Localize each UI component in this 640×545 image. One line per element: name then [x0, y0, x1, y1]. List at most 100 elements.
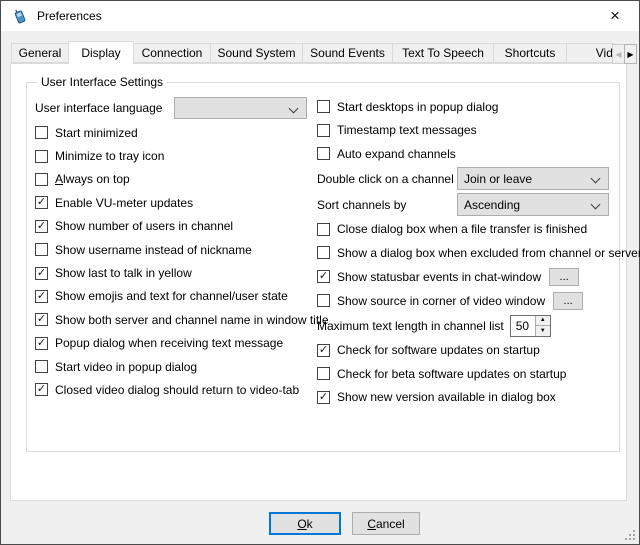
row-video-source-corner: Show source in corner of video window ..…: [317, 289, 609, 313]
checkbox-always-on-top[interactable]: [35, 173, 48, 186]
checkbox-label: Timestamp text messages: [337, 123, 477, 137]
max-text-length-spinner[interactable]: 50 ▲ ▼: [510, 315, 551, 337]
checkbox-new-version-dialog[interactable]: ✓: [317, 391, 330, 404]
row-start-minimized: Start minimized: [35, 121, 317, 144]
checkbox-label: Show a dialog box when excluded from cha…: [337, 246, 640, 260]
tab-bar: General Display Connection Sound System …: [11, 41, 615, 64]
tab-general[interactable]: General: [11, 43, 69, 63]
language-row: User interface language: [35, 95, 317, 121]
checkbox-vu-meter[interactable]: ✓: [35, 196, 48, 209]
row-check-beta-updates: Check for beta software updates on start…: [317, 362, 609, 386]
row-auto-expand: Auto expand channels: [317, 142, 609, 166]
preferences-dialog: { "window": { "title": "Preferences" }, …: [0, 0, 640, 545]
checkbox-label: Show source in corner of video window: [337, 294, 545, 308]
tab-scroll-right-icon[interactable]: ▶: [624, 44, 637, 64]
group-title: User Interface Settings: [37, 75, 167, 89]
left-column: User interface language Start minimized …: [35, 95, 317, 402]
checkbox-close-on-transfer[interactable]: [317, 223, 330, 236]
tab-text-to-speech[interactable]: Text To Speech: [392, 43, 494, 63]
checkbox-label: Start desktops in popup dialog: [337, 100, 498, 114]
checkbox-label: Close dialog box when a file transfer is…: [337, 222, 587, 236]
checkbox-label: Check for software updates on startup: [337, 343, 540, 357]
tab-label: Shortcuts: [505, 46, 556, 60]
tab-shortcuts[interactable]: Shortcuts: [493, 43, 567, 63]
spin-down-icon[interactable]: ▼: [536, 326, 550, 336]
tab-label: Sound System: [217, 46, 295, 60]
row-desktops-popup: Start desktops in popup dialog: [317, 95, 609, 119]
checkbox-closed-video-return[interactable]: ✓: [35, 383, 48, 396]
window-title: Preferences: [37, 9, 102, 23]
checkbox-desktops-popup[interactable]: [317, 100, 330, 113]
tab-connection[interactable]: Connection: [133, 43, 211, 63]
checkbox-auto-expand[interactable]: [317, 147, 330, 160]
checkbox-timestamp[interactable]: [317, 124, 330, 137]
checkbox-server-channel-title[interactable]: ✓: [35, 313, 48, 326]
checkbox-check-updates[interactable]: ✓: [317, 344, 330, 357]
row-server-channel-title: ✓ Show both server and channel name in w…: [35, 308, 317, 331]
checkbox-label: Minimize to tray icon: [55, 149, 164, 163]
row-timestamp: Timestamp text messages: [317, 119, 609, 143]
checkbox-video-source-corner[interactable]: [317, 294, 330, 307]
close-button[interactable]: ×: [597, 1, 633, 31]
statusbar-events-browse-button[interactable]: ...: [549, 268, 579, 286]
row-closed-video-return: ✓ Closed video dialog should return to v…: [35, 378, 317, 401]
double-click-value: Join or leave: [464, 172, 532, 186]
tab-label: Display: [81, 46, 120, 60]
row-excluded-dialog: Show a dialog box when excluded from cha…: [317, 241, 609, 265]
tab-sound-events[interactable]: Sound Events: [302, 43, 393, 63]
tab-label: Connection: [142, 46, 203, 60]
cancel-button-label: Cancel: [367, 517, 404, 531]
double-click-combobox[interactable]: Join or leave: [457, 167, 609, 190]
checkbox-show-username[interactable]: [35, 243, 48, 256]
tab-label: Text To Speech: [402, 46, 484, 60]
max-text-length-row: Maximum text length in channel list 50 ▲…: [317, 313, 609, 339]
row-check-updates: ✓ Check for software updates on startup: [317, 339, 609, 363]
tab-sound-system[interactable]: Sound System: [210, 43, 303, 63]
language-label: User interface language: [35, 101, 162, 115]
tab-scroll-buttons: ◀ ▶: [612, 44, 637, 64]
checkbox-last-to-talk[interactable]: ✓: [35, 267, 48, 280]
app-logo-icon: [12, 8, 28, 24]
checkbox-start-minimized[interactable]: [35, 126, 48, 139]
max-text-length-label: Maximum text length in channel list: [317, 319, 504, 333]
checkbox-label: Show emojis and text for channel/user st…: [55, 289, 288, 303]
checkbox-label: Show both server and channel name in win…: [55, 313, 329, 327]
checkbox-label: Always on top: [55, 172, 130, 186]
cancel-button[interactable]: Cancel: [352, 512, 420, 535]
checkbox-label: Show last to talk in yellow: [55, 266, 192, 280]
sort-channels-row: Sort channels by Ascending: [317, 192, 609, 218]
row-always-on-top: Always on top: [35, 168, 317, 191]
sort-channels-combobox[interactable]: Ascending: [457, 193, 609, 216]
row-minimize-to-tray: Minimize to tray icon: [35, 144, 317, 167]
checkbox-emojis[interactable]: ✓: [35, 290, 48, 303]
checkbox-popup-text-message[interactable]: ✓: [35, 337, 48, 350]
checkbox-label: Popup dialog when receiving text message: [55, 336, 283, 350]
max-text-length-value: 50: [511, 316, 535, 336]
video-source-browse-button[interactable]: ...: [553, 292, 583, 310]
checkbox-statusbar-events[interactable]: ✓: [317, 270, 330, 283]
row-emojis: ✓ Show emojis and text for channel/user …: [35, 285, 317, 308]
checkbox-video-popup[interactable]: [35, 360, 48, 373]
row-popup-text-message: ✓ Popup dialog when receiving text messa…: [35, 332, 317, 355]
ok-button[interactable]: Ok: [269, 512, 341, 535]
row-statusbar-events: ✓ Show statusbar events in chat-window .…: [317, 265, 609, 289]
row-show-user-count: ✓ Show number of users in channel: [35, 215, 317, 238]
checkbox-minimize-to-tray[interactable]: [35, 150, 48, 163]
checkbox-label: Auto expand channels: [337, 147, 456, 161]
checkbox-label: Show new version available in dialog box: [337, 390, 556, 404]
checkbox-check-beta-updates[interactable]: [317, 367, 330, 380]
checkbox-show-user-count[interactable]: ✓: [35, 220, 48, 233]
tab-display[interactable]: Display: [68, 41, 134, 64]
chevron-down-icon: [591, 200, 601, 210]
resize-grip-icon[interactable]: [624, 529, 636, 541]
double-click-label: Double click on a channel: [317, 172, 454, 186]
row-vu-meter: ✓ Enable VU-meter updates: [35, 191, 317, 214]
tab-video[interactable]: Video: [566, 43, 615, 63]
checkbox-label: Closed video dialog should return to vid…: [55, 383, 299, 397]
spin-up-icon[interactable]: ▲: [536, 316, 550, 327]
row-video-popup: Start video in popup dialog: [35, 355, 317, 378]
checkbox-excluded-dialog[interactable]: [317, 246, 330, 259]
language-combobox[interactable]: [174, 97, 307, 119]
row-new-version-dialog: ✓ Show new version available in dialog b…: [317, 386, 609, 410]
tab-label: Sound Events: [310, 46, 385, 60]
